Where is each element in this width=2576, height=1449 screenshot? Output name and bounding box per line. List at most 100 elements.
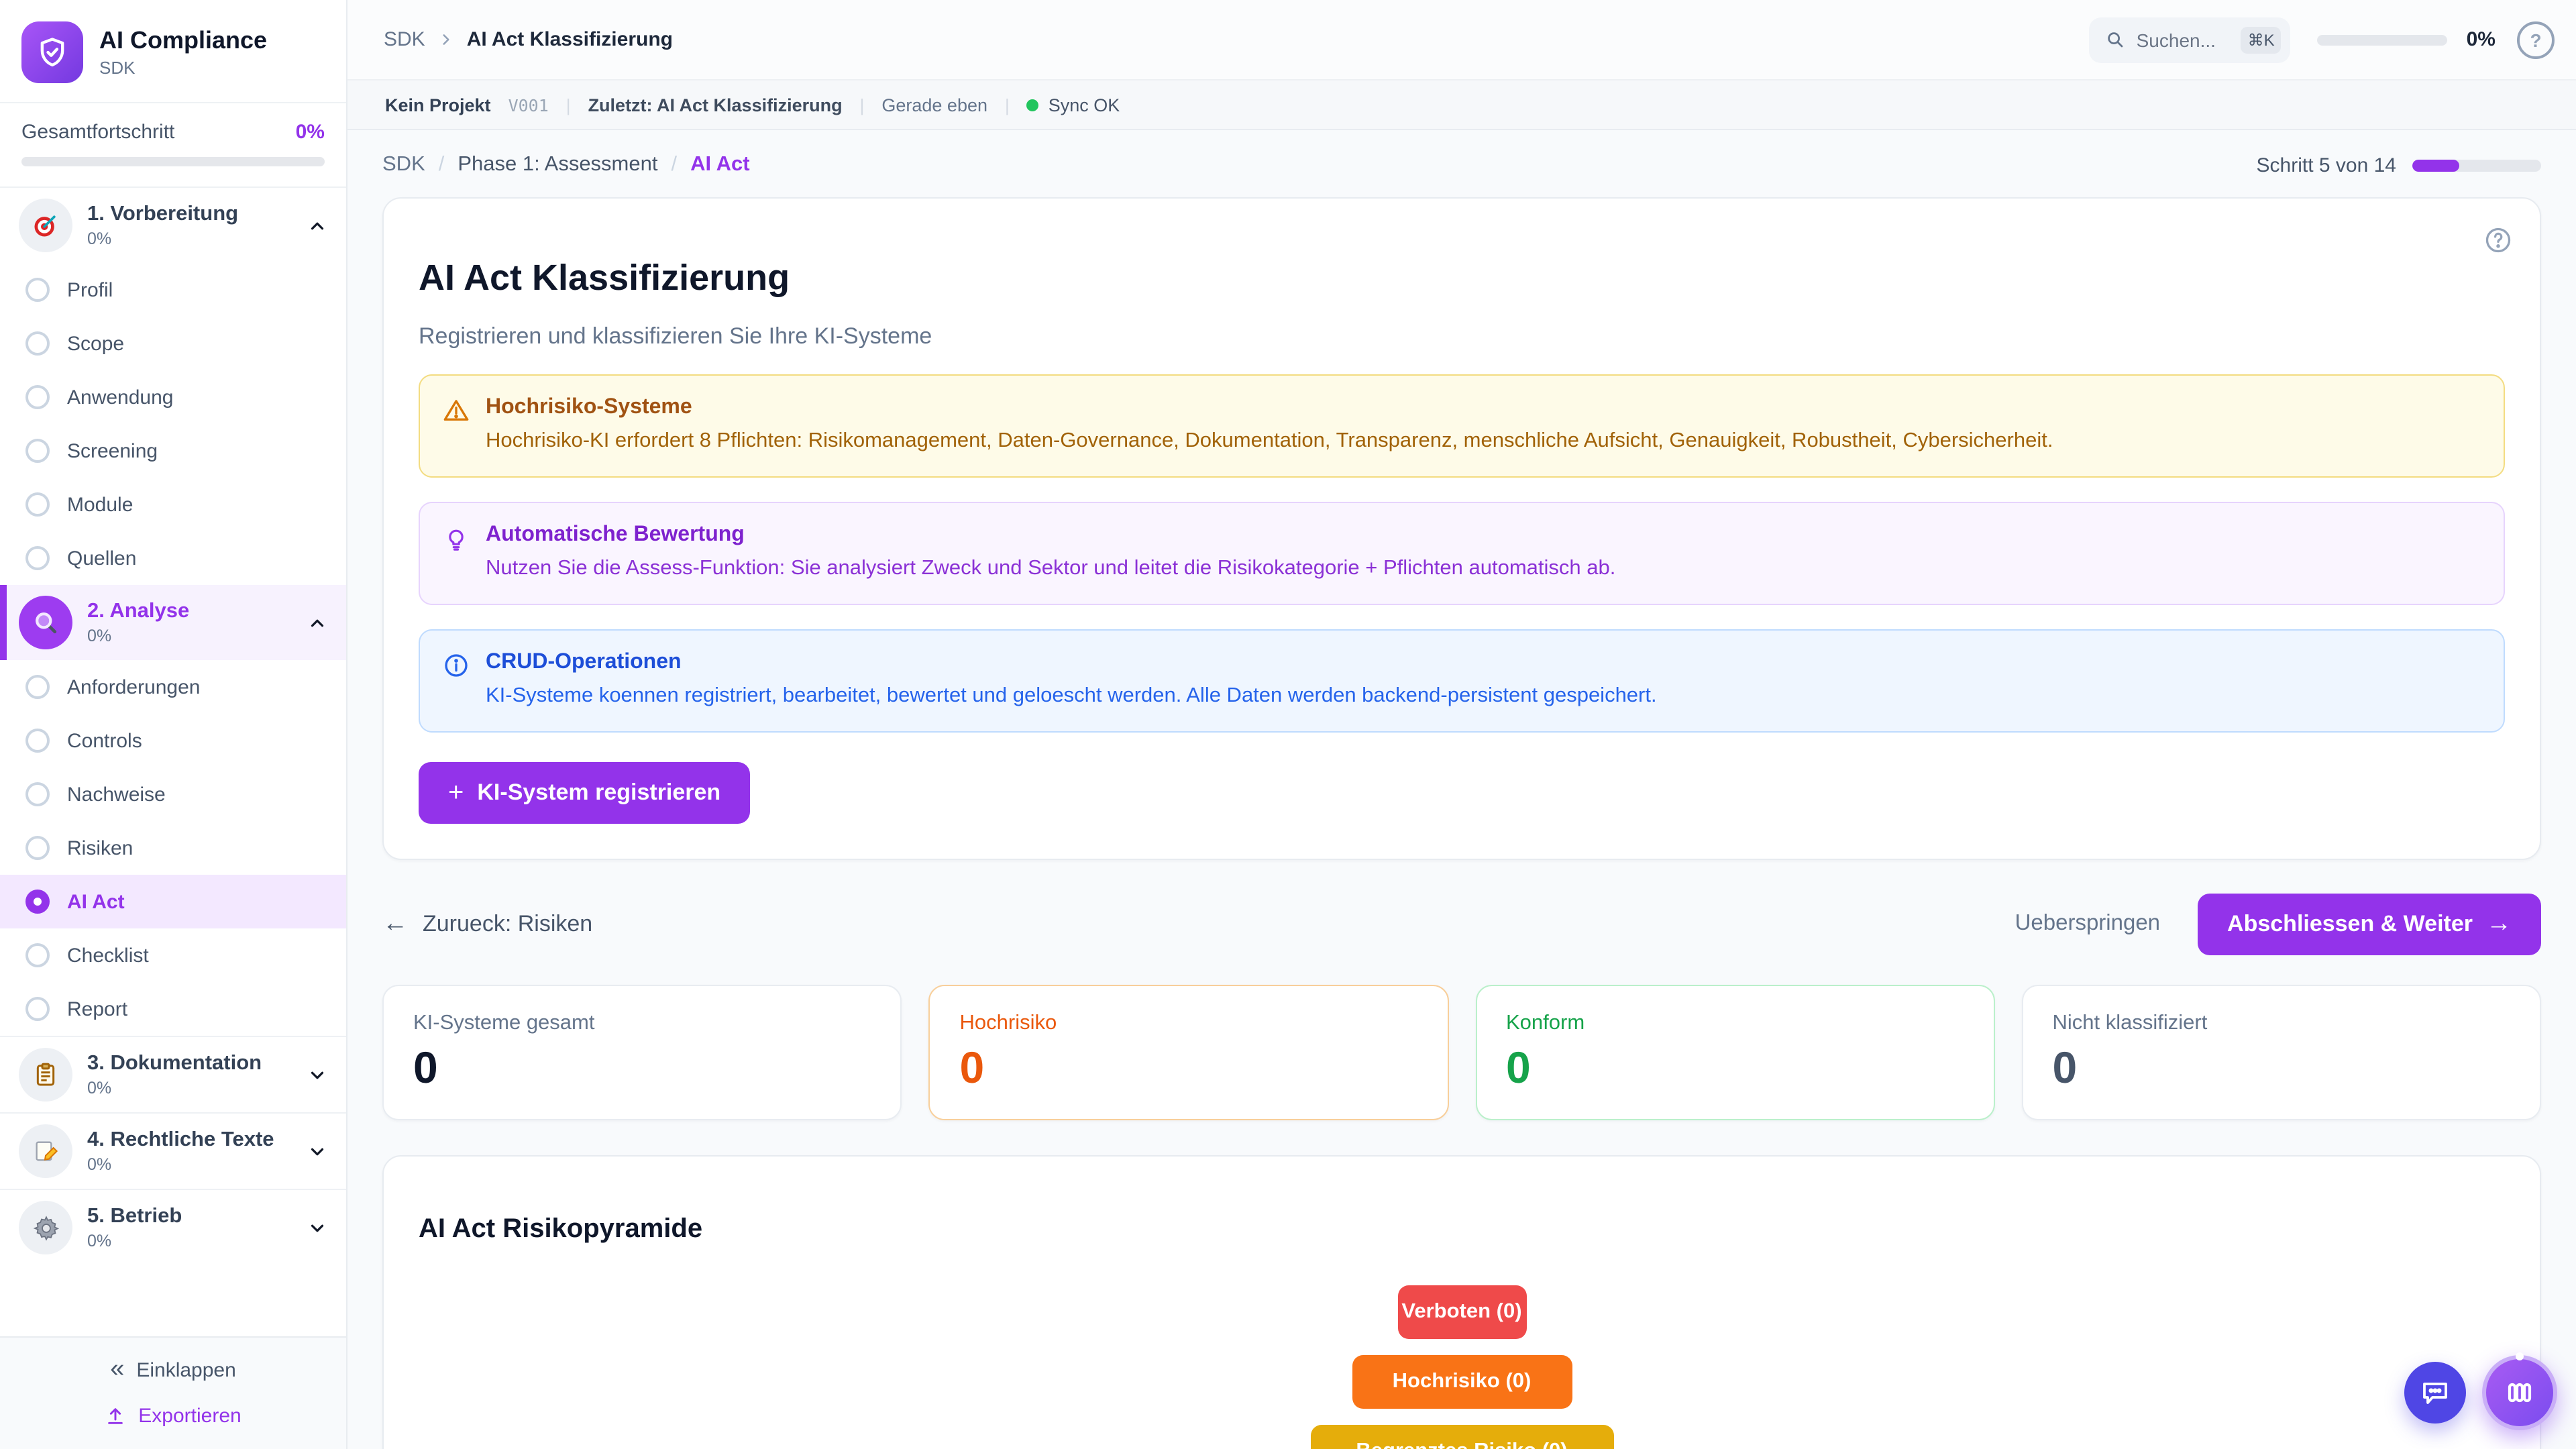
section-progress: 0% bbox=[87, 229, 292, 248]
sidebar-item-screening[interactable]: Screening bbox=[0, 424, 346, 478]
alert-body: Nutzen Sie die Assess-Funktion: Sie anal… bbox=[486, 555, 1615, 584]
step-radio bbox=[25, 997, 50, 1021]
page-subtitle: Registrieren und klassifizieren Sie Ihre… bbox=[419, 323, 2505, 350]
phase-crumb-root[interactable]: SDK bbox=[382, 153, 425, 177]
alert-hochrisiko: Hochrisiko-Systeme Hochrisiko-KI erforde… bbox=[419, 374, 2505, 478]
section-progress: 0% bbox=[87, 1155, 292, 1174]
alert-title: Automatische Bewertung bbox=[486, 523, 1615, 547]
sidebar-section-rechtliche-texte[interactable]: 4. Rechtliche Texte 0% bbox=[0, 1112, 346, 1189]
warning-triangle-icon bbox=[443, 396, 470, 456]
sidebar-item-report[interactable]: Report bbox=[0, 982, 346, 1036]
overall-progress-value: 0% bbox=[296, 121, 325, 144]
search-icon bbox=[2106, 30, 2126, 50]
register-ki-system-button[interactable]: + KI-System registrieren bbox=[419, 762, 750, 824]
sidebar-section-dokumentation[interactable]: 3. Dokumentation 0% bbox=[0, 1036, 346, 1112]
step-radio bbox=[25, 278, 50, 302]
sidebar-item-anforderungen[interactable]: Anforderungen bbox=[0, 660, 346, 714]
help-icon[interactable]: ? bbox=[2517, 21, 2555, 58]
chevron-down-icon bbox=[307, 1141, 327, 1161]
overall-progress-bar bbox=[21, 157, 325, 166]
sidebar-item-controls[interactable]: Controls bbox=[0, 714, 346, 767]
clipboard-icon bbox=[19, 1048, 72, 1102]
export-button[interactable]: Exportieren bbox=[19, 1405, 327, 1428]
step-radio bbox=[25, 943, 50, 967]
card-help-icon[interactable] bbox=[2483, 225, 2513, 255]
search-placeholder: Suchen... bbox=[2137, 29, 2231, 50]
sidebar-header: AI Compliance SDK bbox=[0, 0, 346, 103]
topbar: SDK AI Act Klassifizierung Suchen... ⌘K … bbox=[347, 0, 2576, 79]
step-radio bbox=[25, 546, 50, 570]
step-radio bbox=[25, 385, 50, 409]
topbar-progress-value: 0% bbox=[2467, 28, 2496, 51]
breadcrumb: SDK AI Act Klassifizierung bbox=[384, 28, 2090, 51]
pyramid-level-begrenztes-risiko: Begrenztes Risiko (0) bbox=[1310, 1424, 1613, 1449]
page-content: SDK / Phase 1: Assessment / AI Act Schri… bbox=[347, 130, 2576, 1449]
chevron-down-icon bbox=[307, 1218, 327, 1238]
stat-card-konform: Konform 0 bbox=[1475, 985, 1995, 1120]
sidebar-item-scope[interactable]: Scope bbox=[0, 317, 346, 370]
topbar-progress-bar bbox=[2318, 34, 2448, 45]
wizard-nav: ← Zurueck: Risiken Ueberspringen Abschli… bbox=[382, 894, 2541, 955]
main-area: SDK AI Act Klassifizierung Suchen... ⌘K … bbox=[347, 0, 2576, 1449]
overall-progress-label: Gesamtfortschritt bbox=[21, 121, 174, 144]
chevron-up-icon bbox=[307, 215, 327, 235]
step-counter: Schritt 5 von 14 bbox=[2257, 154, 2396, 176]
step-radio-selected bbox=[25, 890, 50, 914]
arrow-right-icon: → bbox=[2486, 912, 2512, 937]
stat-card-hochrisiko: Hochrisiko 0 bbox=[929, 985, 1449, 1120]
stat-card-nicht-klassifiziert: Nicht klassifiziert 0 bbox=[2022, 985, 2542, 1120]
magnifier-icon bbox=[19, 596, 72, 649]
ai-act-card: AI Act Klassifizierung Registrieren und … bbox=[382, 197, 2541, 860]
brand-subtitle: SDK bbox=[99, 58, 267, 78]
chat-button[interactable] bbox=[2404, 1362, 2466, 1424]
sidebar-item-module[interactable]: Module bbox=[0, 478, 346, 531]
alert-crud-operationen: CRUD-Operationen KI-Systeme koennen regi… bbox=[419, 629, 2505, 733]
alert-automatische-bewertung: Automatische Bewertung Nutzen Sie die As… bbox=[419, 502, 2505, 605]
section-label: 3. Dokumentation bbox=[87, 1052, 292, 1077]
sync-ok-dot bbox=[1027, 99, 1039, 111]
info-circle-icon bbox=[443, 651, 470, 711]
risk-pyramid-card: AI Act Risikopyramide Verboten (0) Hochr… bbox=[382, 1155, 2541, 1449]
sidebar-footer: « Einklappen Exportieren bbox=[0, 1336, 346, 1449]
viewport: AI Compliance SDK Gesamtfortschritt 0% bbox=[0, 0, 2576, 1449]
sidebar-item-ai-act[interactable]: AI Act bbox=[0, 875, 346, 928]
collapse-sidebar-button[interactable]: « Einklappen bbox=[19, 1358, 327, 1383]
step-progress-fill bbox=[2412, 159, 2459, 171]
phase-breadcrumb: SDK / Phase 1: Assessment / AI Act bbox=[382, 153, 2257, 177]
phase-crumb-current: AI Act bbox=[690, 153, 749, 177]
widgets-button[interactable] bbox=[2482, 1355, 2557, 1430]
complete-next-button[interactable]: Abschliessen & Weiter → bbox=[2198, 894, 2541, 955]
breadcrumb-current: AI Act Klassifizierung bbox=[467, 28, 673, 51]
section-progress: 0% bbox=[87, 627, 292, 645]
last-saved-time: Gerade eben bbox=[881, 95, 987, 115]
section-progress: 0% bbox=[87, 1232, 292, 1250]
stat-card-gesamt: KI-Systeme gesamt 0 bbox=[382, 985, 902, 1120]
sidebar-item-anwendung[interactable]: Anwendung bbox=[0, 370, 346, 424]
alert-body: KI-Systeme koennen registriert, bearbeit… bbox=[486, 683, 1657, 711]
step-radio bbox=[25, 492, 50, 517]
sidebar-section-betrieb[interactable]: 5. Betrieb 0% bbox=[0, 1189, 346, 1265]
sidebar-section-analyse[interactable]: 2. Analyse 0% bbox=[0, 585, 346, 660]
skip-button[interactable]: Ueberspringen bbox=[2015, 912, 2160, 937]
search-input[interactable]: Suchen... ⌘K bbox=[2090, 17, 2291, 62]
gear-icon bbox=[19, 1201, 72, 1254]
upload-icon bbox=[105, 1405, 126, 1427]
pencil-icon bbox=[19, 1124, 72, 1178]
back-button[interactable]: ← Zurueck: Risiken bbox=[382, 911, 2015, 938]
keyboard-shortcut-badge: ⌘K bbox=[2241, 26, 2282, 53]
phase-crumb-phase[interactable]: Phase 1: Assessment bbox=[458, 153, 657, 177]
section-label: 5. Betrieb bbox=[87, 1205, 292, 1230]
alert-title: CRUD-Operationen bbox=[486, 651, 1657, 675]
sidebar-item-risiken[interactable]: Risiken bbox=[0, 821, 346, 875]
sidebar-section-vorbereitung[interactable]: 1. Vorbereitung 0% bbox=[0, 188, 346, 263]
step-radio bbox=[25, 439, 50, 463]
sidebar-item-nachweise[interactable]: Nachweise bbox=[0, 767, 346, 821]
last-step-label: Zuletzt: AI Act Klassifizierung bbox=[588, 95, 843, 115]
sidebar-item-checklist[interactable]: Checklist bbox=[0, 928, 346, 982]
pyramid-title: AI Act Risikopyramide bbox=[419, 1214, 2505, 1244]
sidebar-item-profil[interactable]: Profil bbox=[0, 263, 346, 317]
page-title: AI Act Klassifizierung bbox=[419, 258, 2505, 299]
sidebar-item-quellen[interactable]: Quellen bbox=[0, 531, 346, 585]
breadcrumb-root[interactable]: SDK bbox=[384, 28, 425, 51]
version-badge: V001 bbox=[508, 95, 549, 115]
